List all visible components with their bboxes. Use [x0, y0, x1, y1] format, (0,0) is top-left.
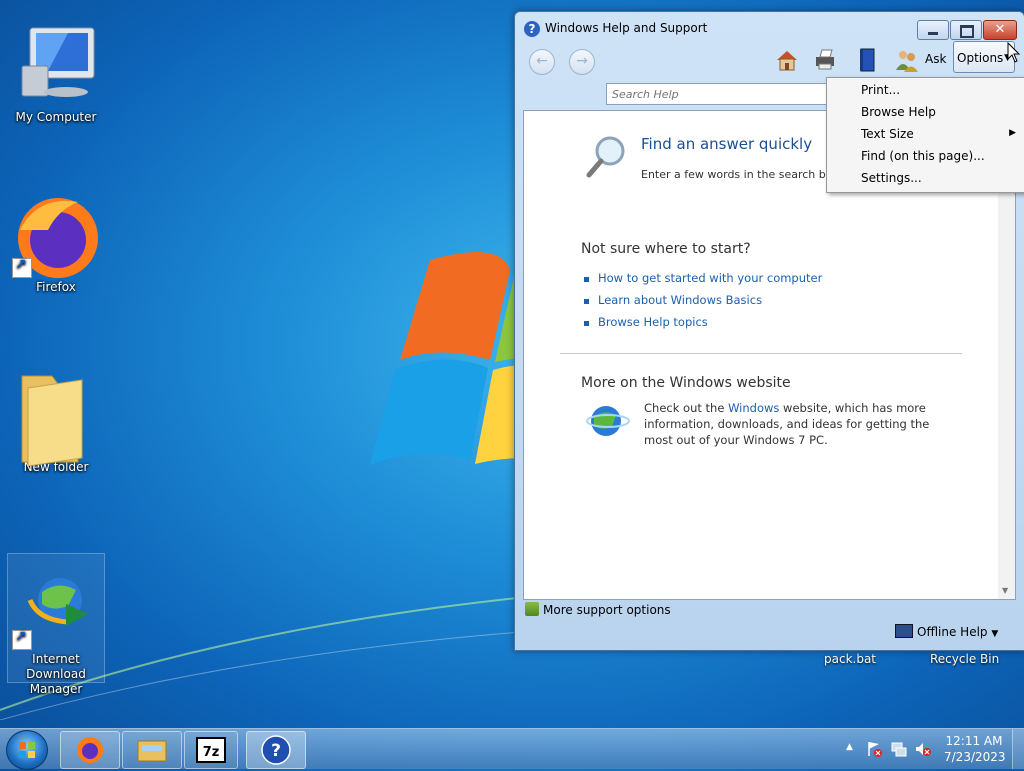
desktop-icon-firefox[interactable]: Firefox	[8, 190, 104, 295]
search-input[interactable]	[606, 83, 831, 105]
section-divider	[560, 353, 962, 354]
globe-icon	[586, 406, 630, 436]
close-button[interactable]: ✕	[983, 20, 1017, 40]
print-icon[interactable]	[811, 46, 839, 74]
chevron-down-icon: ▼	[991, 629, 999, 639]
forward-button[interactable]: →	[569, 49, 595, 75]
options-button[interactable]: Options ▼	[953, 41, 1015, 73]
maximize-button[interactable]	[950, 20, 982, 40]
menu-item-print[interactable]: Print...	[861, 83, 900, 97]
browse-help-book-icon[interactable]	[853, 46, 881, 74]
computer-icon	[21, 27, 95, 97]
ask-people-icon[interactable]	[893, 46, 921, 74]
taskbar-clock[interactable]: 12:11 AM 7/23/2023	[944, 733, 1006, 765]
more-windows-heading: More on the Windows website	[581, 375, 791, 391]
menu-item-text-size[interactable]: Text Size	[861, 127, 914, 141]
desktop-label-pack-bat[interactable]: pack.bat	[824, 652, 876, 666]
support-icon	[525, 602, 539, 616]
mouse-cursor-icon	[1007, 42, 1021, 63]
volume-muted-icon[interactable]	[914, 740, 932, 758]
scroll-down-icon[interactable]: ▼	[1002, 586, 1008, 595]
start-button[interactable]	[6, 730, 48, 770]
windows-website-link[interactable]: Windows	[728, 401, 779, 415]
shortcut-arrow-icon	[12, 629, 32, 650]
network-icon[interactable]	[890, 740, 908, 758]
chevron-right-icon: ▶	[1009, 128, 1016, 138]
taskbar-explorer-button[interactable]	[122, 731, 182, 769]
offline-help-label: Offline Help	[917, 625, 988, 639]
desktop-icon-internet-download-manager[interactable]: Internet Download Manager	[8, 570, 104, 697]
link-windows-basics[interactable]: Learn about Windows Basics	[584, 293, 822, 315]
toolbar: ← → Ask Options ▼	[521, 41, 1018, 80]
taskbar-firefox-button[interactable]	[60, 731, 120, 769]
title-bar[interactable]: ? Windows Help and Support ✕	[515, 12, 1024, 44]
firefox-icon	[77, 737, 103, 763]
shortcut-arrow-icon	[12, 257, 32, 278]
desktop-icon-label: Internet Download Manager	[26, 652, 86, 696]
show-desktop-button[interactable]	[1012, 729, 1024, 769]
find-answer-heading: Find an answer quickly	[641, 135, 813, 153]
clock-date: 7/23/2023	[944, 750, 1006, 764]
menu-item-find-on-page[interactable]: Find (on this page)...	[861, 149, 985, 163]
clock-time: 12:11 AM	[945, 734, 1003, 748]
desktop-icon-label: Firefox	[36, 280, 76, 294]
offline-help-icon	[895, 624, 913, 638]
ask-button[interactable]: Ask	[925, 52, 946, 66]
offline-help-button[interactable]: Offline Help ▼	[895, 624, 998, 639]
back-button[interactable]: ←	[529, 49, 555, 75]
taskbar: 7z ? ▲ 12:11 AM 7/23/2023	[0, 728, 1024, 770]
menu-item-settings[interactable]: Settings...	[861, 171, 922, 185]
link-browse-help-topics[interactable]: Browse Help topics	[584, 315, 822, 337]
desktop-label-recycle-bin[interactable]: Recycle Bin	[930, 652, 999, 666]
action-center-flag-icon[interactable]	[866, 740, 884, 758]
minimize-button[interactable]	[917, 20, 949, 40]
help-icon: ?	[524, 21, 540, 37]
desktop-icon-label: My Computer	[15, 110, 97, 124]
desktop-icon-my-computer[interactable]: My Computer	[8, 20, 104, 125]
taskbar-help-button[interactable]: ?	[246, 731, 306, 769]
more-support-label: More support options	[543, 603, 671, 617]
options-label: Options	[957, 51, 1004, 65]
desktop-icon-new-folder[interactable]: New folder	[8, 370, 104, 475]
folder-icon	[21, 375, 83, 467]
help-icon: ?	[261, 735, 291, 765]
start-heading: Not sure where to start?	[581, 241, 751, 257]
magnifier-icon	[586, 136, 625, 178]
svg-text:7z: 7z	[203, 745, 220, 760]
windows-website-text: Check out the Windows website, which has…	[644, 400, 944, 448]
start-links: How to get started with your computer Le…	[584, 271, 822, 337]
show-hidden-icons-icon[interactable]: ▲	[846, 742, 853, 752]
options-menu: Print... Browse Help Text Size ▶ Find (o…	[826, 77, 1024, 193]
folder-icon	[137, 740, 167, 762]
7zip-icon: 7z	[196, 737, 226, 763]
checkout-text-pre: Check out the	[644, 401, 729, 415]
home-icon[interactable]	[773, 46, 801, 74]
find-answer-subtitle: Enter a few words in the search box	[641, 168, 831, 181]
window-title: Windows Help and Support	[545, 21, 708, 35]
taskbar-7zip-button[interactable]: 7z	[184, 731, 238, 769]
menu-item-browse-help[interactable]: Browse Help	[861, 105, 936, 119]
windows-logo-icon	[19, 742, 35, 758]
svg-text:?: ?	[271, 741, 281, 761]
link-get-started[interactable]: How to get started with your computer	[584, 271, 822, 293]
more-support-options[interactable]: More support options	[525, 602, 671, 617]
